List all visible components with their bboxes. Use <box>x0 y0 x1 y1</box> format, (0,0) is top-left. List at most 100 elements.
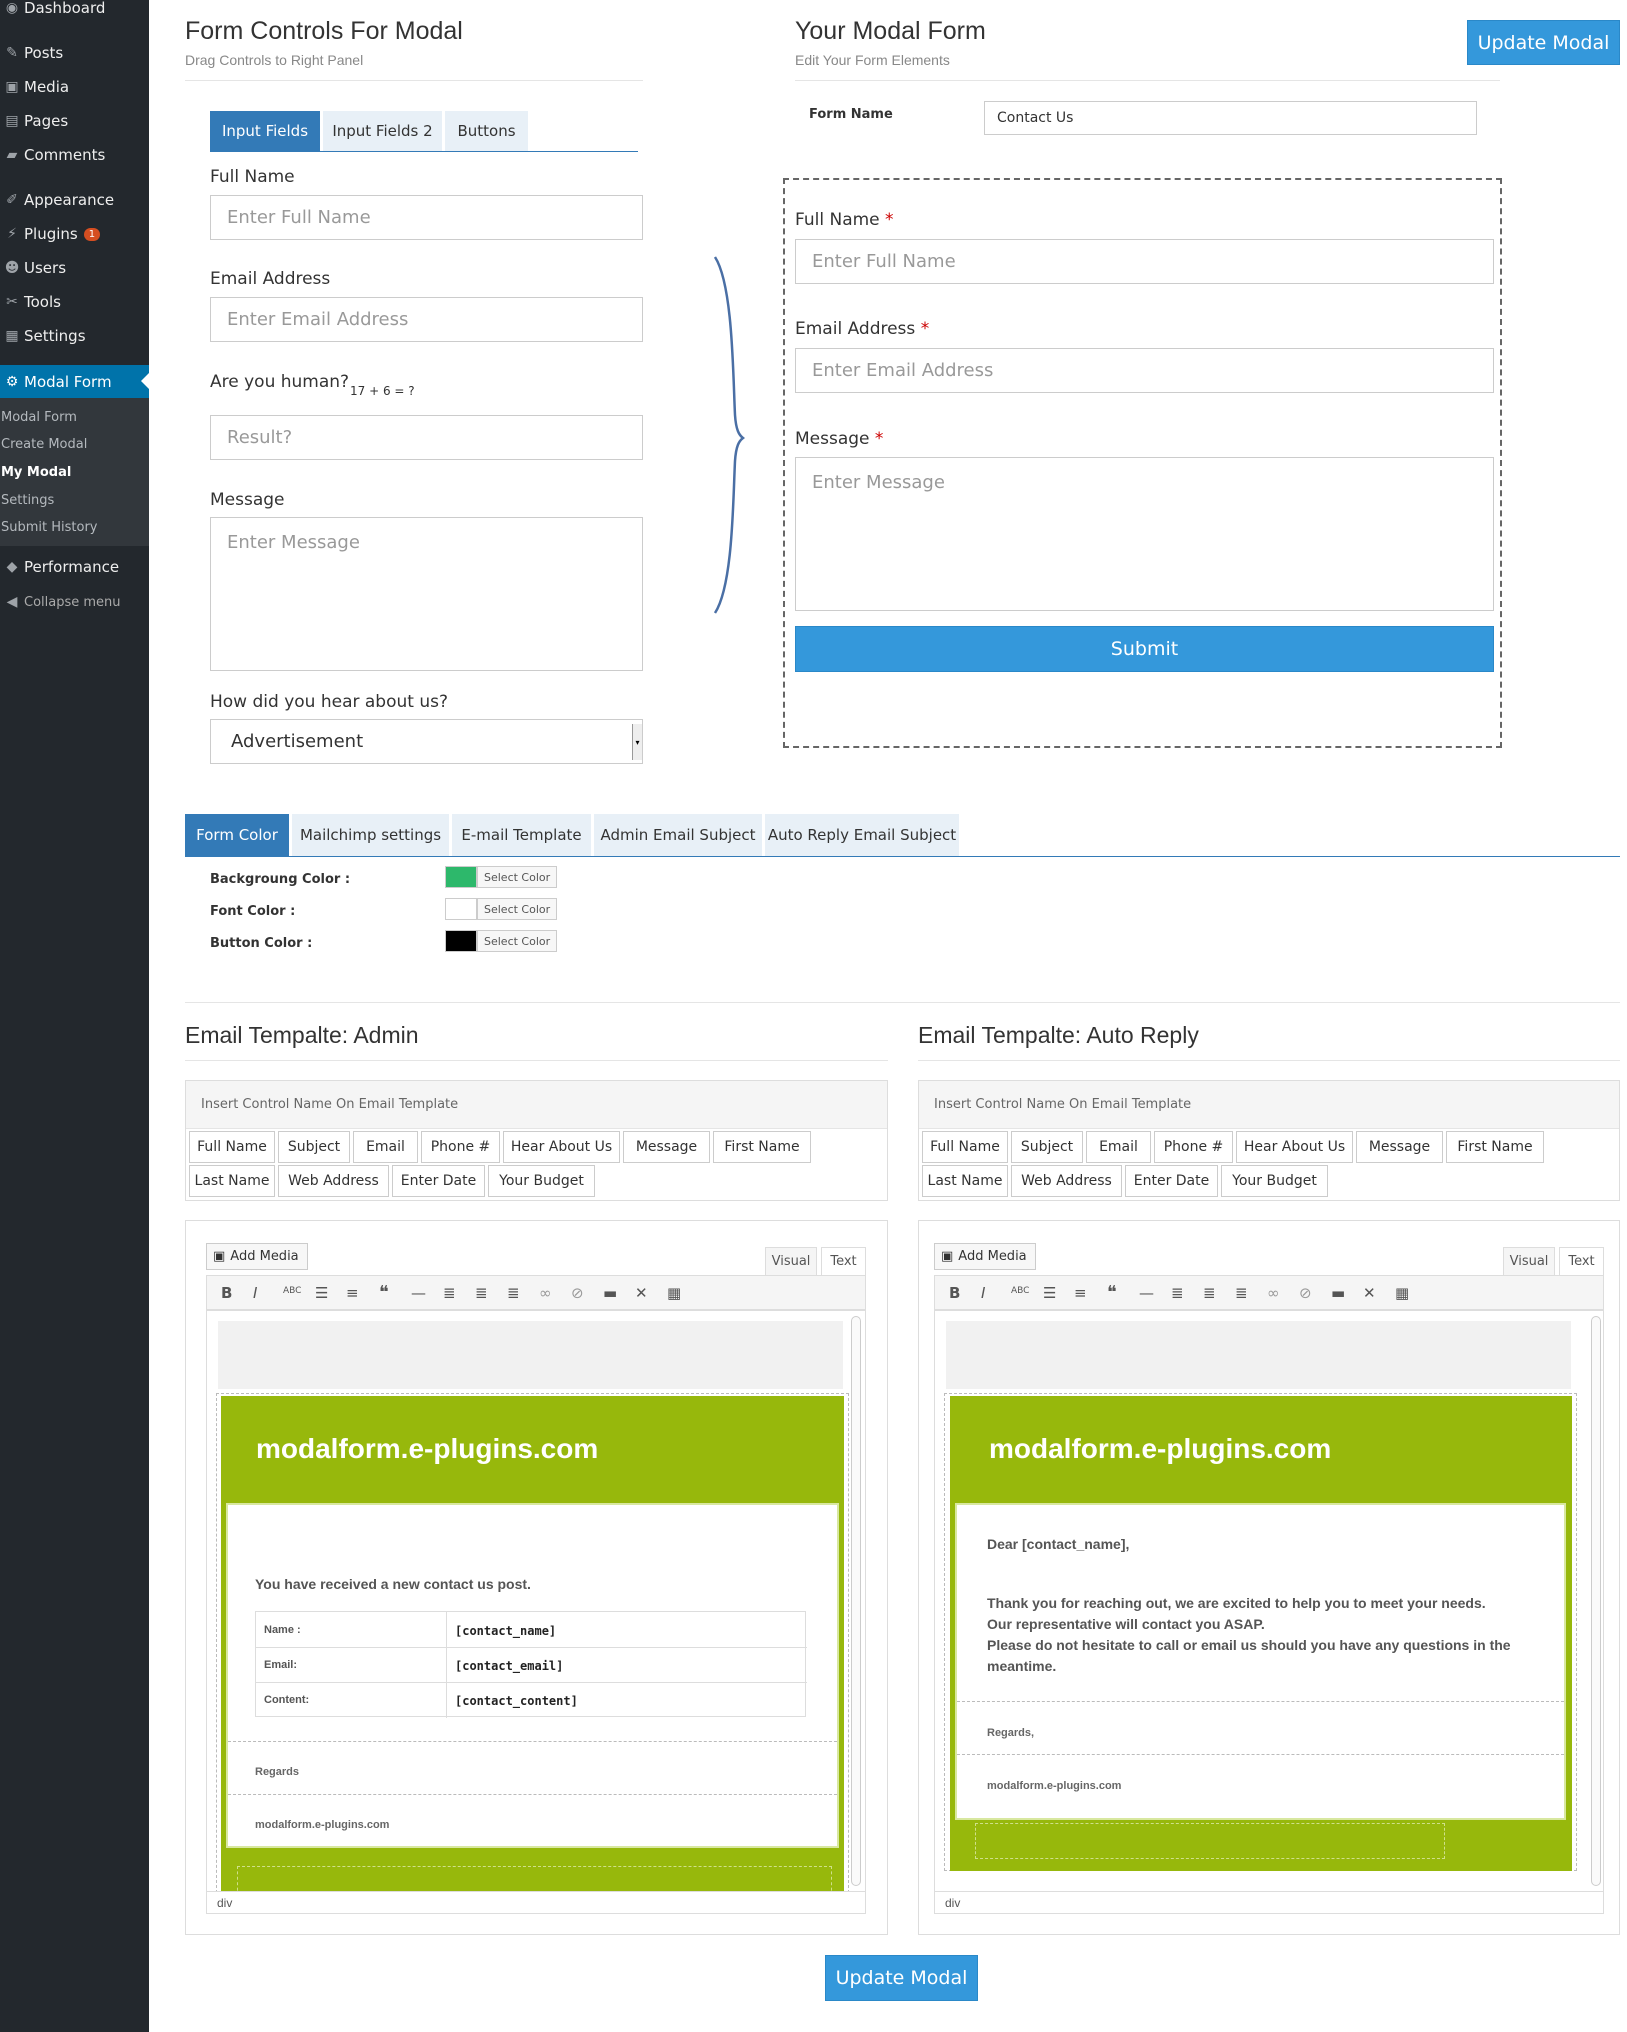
reply-token-your-budget[interactable]: Your Budget <box>1221 1165 1328 1197</box>
admin-token-subject[interactable]: Subject <box>278 1131 350 1163</box>
blockquote-icon[interactable]: ❝ <box>379 1282 389 1303</box>
sidebar-item-plugins[interactable]: ⚡ Plugins 1 <box>0 219 149 249</box>
admin-add-media-button[interactable]: ▣ Add Media <box>206 1243 308 1270</box>
admin-token-your-budget[interactable]: Your Budget <box>488 1165 595 1197</box>
admin-token-last-name[interactable]: Last Name <box>189 1165 275 1197</box>
tab-input-fields-2[interactable]: Input Fields 2 <box>323 111 442 151</box>
admin-token-email[interactable]: Email <box>353 1131 418 1163</box>
tab-mailchimp-settings[interactable]: Mailchimp settings <box>292 814 449 856</box>
sidebar-item-comments[interactable]: ▰ Comments <box>0 140 149 170</box>
numbered-list-icon[interactable]: ≡ <box>346 1284 359 1302</box>
bold-icon[interactable]: B <box>949 1284 960 1302</box>
background-color-swatch[interactable] <box>445 866 477 888</box>
strikethrough-icon[interactable]: ABC <box>283 1286 301 1296</box>
admin-token-hear-about-us[interactable]: Hear About Us <box>503 1131 620 1163</box>
align-left-icon[interactable]: ≣ <box>1171 1284 1184 1302</box>
bold-icon[interactable]: B <box>221 1284 232 1302</box>
reply-token-first-name[interactable]: First Name <box>1446 1131 1544 1163</box>
sidebar-item-modal-form[interactable]: ⚙ Modal Form <box>0 365 149 399</box>
reply-token-last-name[interactable]: Last Name <box>922 1165 1008 1197</box>
align-center-icon[interactable]: ≣ <box>475 1284 488 1302</box>
align-right-icon[interactable]: ≣ <box>1235 1284 1248 1302</box>
button-select-color-button[interactable]: Select Color <box>477 930 558 952</box>
strikethrough-icon[interactable]: ABC <box>1011 1286 1029 1296</box>
admin-token-full-name[interactable]: Full Name <box>189 1131 275 1163</box>
link-icon[interactable]: ∞ <box>1267 1284 1280 1302</box>
modal-submit-button[interactable]: Submit <box>795 626 1494 672</box>
sidebar-item-media[interactable]: ▣ Media <box>0 72 149 102</box>
read-more-icon[interactable]: ▬ <box>603 1284 617 1302</box>
horizontal-rule-icon[interactable]: — <box>1139 1284 1154 1302</box>
admin-token-phone[interactable]: Phone # <box>421 1131 500 1163</box>
bullet-list-icon[interactable]: ☰ <box>315 1284 328 1302</box>
captcha-result-control[interactable]: Result? <box>210 415 643 460</box>
submenu-create-modal[interactable]: Create Modal <box>1 437 87 452</box>
reply-editor-content[interactable]: modalform.e-plugins.com Dear [contact_na… <box>934 1310 1604 1892</box>
reply-editor-scrollbar[interactable] <box>1591 1316 1601 1886</box>
fullscreen-icon[interactable]: ✕ <box>635 1284 648 1302</box>
link-icon[interactable]: ∞ <box>539 1284 552 1302</box>
admin-token-web-address[interactable]: Web Address <box>278 1165 389 1197</box>
sidebar-item-posts[interactable]: ✎ Posts <box>0 38 149 68</box>
tab-admin-email-subject[interactable]: Admin Email Subject <box>594 814 762 856</box>
reply-token-enter-date[interactable]: Enter Date <box>1125 1165 1218 1197</box>
italic-icon[interactable]: I <box>981 1284 985 1302</box>
bullet-list-icon[interactable]: ☰ <box>1043 1284 1056 1302</box>
bottom-update-modal-button[interactable]: Update Modal <box>825 1955 978 2001</box>
submenu-submit-history[interactable]: Submit History <box>1 520 98 535</box>
admin-editor-content[interactable]: modalform.e-plugins.com You have receive… <box>206 1310 866 1892</box>
tab-auto-reply-email-subject[interactable]: Auto Reply Email Subject <box>765 814 959 856</box>
font-color-swatch[interactable] <box>445 898 477 920</box>
toolbar-toggle-icon[interactable]: ▦ <box>1395 1284 1409 1302</box>
unlink-icon[interactable]: ⊘ <box>1299 1284 1312 1302</box>
email-control[interactable]: Enter Email Address <box>210 297 643 342</box>
italic-icon[interactable]: I <box>253 1284 257 1302</box>
horizontal-rule-icon[interactable]: — <box>411 1284 426 1302</box>
tab-input-fields[interactable]: Input Fields <box>210 111 320 151</box>
align-right-icon[interactable]: ≣ <box>507 1284 520 1302</box>
submenu-modal-form[interactable]: Modal Form <box>1 410 77 425</box>
reply-visual-tab[interactable]: Visual <box>1503 1247 1555 1275</box>
tab-buttons[interactable]: Buttons <box>445 111 528 151</box>
fullscreen-icon[interactable]: ✕ <box>1363 1284 1376 1302</box>
blockquote-icon[interactable]: ❝ <box>1107 1282 1117 1303</box>
update-modal-button[interactable]: Update Modal <box>1467 20 1620 65</box>
align-center-icon[interactable]: ≣ <box>1203 1284 1216 1302</box>
submenu-my-modal[interactable]: My Modal <box>1 465 71 480</box>
reply-token-hear-about-us[interactable]: Hear About Us <box>1236 1131 1353 1163</box>
sidebar-item-settings[interactable]: ▦ Settings <box>0 321 149 351</box>
reply-text-tab[interactable]: Text <box>1559 1247 1604 1275</box>
hear-select[interactable]: Advertisement ▾ <box>210 719 643 764</box>
admin-text-tab[interactable]: Text <box>821 1247 866 1275</box>
message-control[interactable]: Enter Message <box>210 517 643 671</box>
admin-editor-scrollbar[interactable] <box>851 1316 861 1886</box>
reply-token-subject[interactable]: Subject <box>1011 1131 1083 1163</box>
align-left-icon[interactable]: ≣ <box>443 1284 456 1302</box>
modal-message-textarea[interactable]: Enter Message <box>795 457 1494 611</box>
sidebar-item-performance[interactable]: ◆ Performance <box>0 552 149 582</box>
modal-email-input[interactable]: Enter Email Address <box>795 348 1494 393</box>
reply-token-message[interactable]: Message <box>1356 1131 1443 1163</box>
background-select-color-button[interactable]: Select Color <box>477 866 558 888</box>
collapse-menu-button[interactable]: ◀ Collapse menu <box>0 587 149 617</box>
full-name-control[interactable]: Enter Full Name <box>210 195 643 240</box>
admin-token-message[interactable]: Message <box>623 1131 710 1163</box>
reply-token-phone[interactable]: Phone # <box>1154 1131 1233 1163</box>
tab-form-color[interactable]: Form Color <box>185 814 289 856</box>
reply-token-web-address[interactable]: Web Address <box>1011 1165 1122 1197</box>
sidebar-item-dashboard[interactable]: ◉ Dashboard <box>0 0 149 23</box>
submenu-settings[interactable]: Settings <box>1 493 54 508</box>
sidebar-item-pages[interactable]: ▤ Pages <box>0 106 149 136</box>
admin-token-first-name[interactable]: First Name <box>713 1131 811 1163</box>
tab-email-template[interactable]: E-mail Template <box>452 814 591 856</box>
reply-token-email[interactable]: Email <box>1086 1131 1151 1163</box>
form-name-input[interactable]: Contact Us <box>984 101 1477 135</box>
modal-full-name-input[interactable]: Enter Full Name <box>795 239 1494 284</box>
admin-visual-tab[interactable]: Visual <box>765 1247 817 1275</box>
unlink-icon[interactable]: ⊘ <box>571 1284 584 1302</box>
sidebar-item-appearance[interactable]: ✐ Appearance <box>0 185 149 215</box>
sidebar-item-tools[interactable]: ✂ Tools <box>0 287 149 317</box>
font-select-color-button[interactable]: Select Color <box>477 898 558 920</box>
toolbar-toggle-icon[interactable]: ▦ <box>667 1284 681 1302</box>
reply-token-full-name[interactable]: Full Name <box>922 1131 1008 1163</box>
